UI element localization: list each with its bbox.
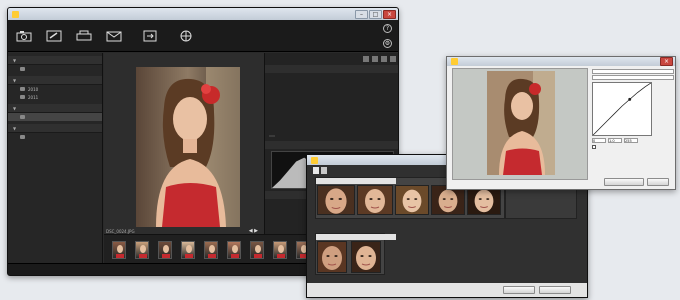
close-button[interactable]: × [383, 9, 396, 19]
info-row [265, 94, 398, 101]
sidebar-item-2010[interactable]: 2010 [8, 85, 102, 93]
channel-select[interactable] [592, 75, 674, 80]
toolbar-mail-button[interactable] [102, 30, 126, 42]
calendar-icon [20, 87, 25, 91]
sidebar-item-people[interactable] [8, 113, 102, 121]
ok-button[interactable] [539, 286, 571, 294]
filmstrip-thumbnail[interactable] [181, 241, 195, 259]
mail-icon [106, 31, 122, 41]
toolbar-transfer-button[interactable] [132, 30, 168, 42]
tab-registered[interactable] [321, 167, 327, 174]
white-point-input[interactable]: 255 [624, 138, 638, 143]
gamma-input[interactable]: 1.0 [608, 138, 622, 143]
sidebar-item-label: 2011 [28, 94, 39, 100]
face-group-header [316, 234, 396, 240]
filmstrip-thumbnail[interactable] [227, 241, 241, 259]
portrait-preview-image [487, 71, 555, 175]
sidebar-item-2011[interactable]: 2011 [8, 93, 102, 101]
black-point-input[interactable]: 0 [592, 138, 606, 143]
toolbar-edit-button[interactable] [42, 30, 66, 42]
info-row [265, 87, 398, 94]
tab-all-people[interactable] [313, 167, 319, 174]
calendar-icon [20, 95, 25, 99]
collapse-triangle-icon: ▼ [13, 77, 17, 83]
portrait-image [136, 67, 240, 227]
app-icon [12, 10, 19, 18]
panel-menu-icon[interactable] [390, 56, 396, 62]
fullscreen-icon[interactable] [372, 56, 378, 62]
info-row [265, 108, 398, 115]
adjust-controls: 0 1.0 255 [592, 68, 674, 186]
histogram-header[interactable] [265, 141, 398, 149]
info-row [265, 73, 398, 80]
filmstrip-thumbnail[interactable] [204, 241, 218, 259]
print-icon [76, 30, 92, 40]
apply-checkbox[interactable] [592, 145, 596, 149]
collapse-triangle-icon: ▼ [13, 125, 17, 131]
face-thumbnail[interactable] [317, 185, 355, 215]
info-row [265, 101, 398, 108]
web-icon [180, 30, 192, 41]
reset-button[interactable] [604, 178, 644, 186]
app-icon [311, 156, 318, 164]
filmstrip-thumbnail[interactable] [158, 241, 172, 259]
viewer-title [104, 53, 264, 65]
face-thumbnail[interactable] [351, 241, 381, 273]
sidebar: ▼ ▼ 2010 2011 ▼ ▼ [8, 53, 103, 265]
image-viewer: DSC_0024.JPG ◀ ▶ [104, 53, 264, 243]
sidebar-section-dates[interactable]: ▼ [8, 76, 102, 85]
main-toolbar: ? ⚙ [8, 20, 398, 52]
sidebar-item-pictures-folder[interactable] [8, 133, 102, 141]
toolbar-import-button[interactable] [12, 30, 36, 42]
collapse-triangle-icon: ▼ [13, 57, 17, 63]
filmstrip-thumbnail[interactable] [273, 241, 287, 259]
person-icon [20, 115, 25, 119]
ok-button[interactable] [647, 178, 669, 186]
minimize-button[interactable]: – [355, 9, 368, 19]
face-thumbnail[interactable] [317, 241, 347, 273]
edit-button[interactable] [503, 286, 535, 294]
main-titlebar[interactable]: – □ × [8, 8, 398, 20]
import-icon [16, 30, 32, 41]
preview-photo [487, 71, 555, 175]
maximize-button[interactable]: □ [369, 9, 382, 19]
sidebar-section-folders[interactable]: ▼ [8, 124, 102, 133]
sidebar-item-favorite-images[interactable] [8, 65, 102, 73]
nikon-transfer-icon [143, 30, 157, 41]
adjust-dialog-titlebar[interactable]: × [447, 57, 675, 66]
rotate-icon[interactable] [381, 56, 387, 62]
info-row [265, 115, 398, 122]
compare-icon[interactable] [363, 56, 369, 62]
app-icon [451, 58, 458, 65]
face-thumbnail[interactable] [395, 185, 429, 215]
folder-icon [20, 67, 25, 71]
tab-histogram[interactable] [269, 135, 275, 137]
sidebar-item-label: 2010 [28, 86, 39, 92]
filmstrip-thumbnail[interactable] [250, 241, 264, 259]
collapse-triangle-icon: ▼ [13, 105, 17, 111]
sidebar-section-people[interactable]: ▼ [8, 104, 102, 113]
filmstrip-thumbnail[interactable] [112, 241, 126, 259]
image-adjust-dialog: × 0 1.0 255 [446, 56, 676, 190]
tone-curve-editor[interactable] [592, 82, 652, 136]
main-photo[interactable] [136, 67, 240, 227]
folder-icon [20, 135, 25, 139]
toolbar-web-button[interactable] [174, 30, 198, 42]
filmstrip-thumbnail[interactable] [135, 241, 149, 259]
toolbar-print-button[interactable] [72, 30, 96, 42]
face-group-header [316, 178, 396, 184]
close-button[interactable]: × [660, 57, 673, 66]
gear-icon[interactable]: ⚙ [383, 39, 392, 48]
edit-icon [46, 30, 62, 41]
help-icon[interactable]: ? [383, 24, 392, 33]
face-thumbnail[interactable] [357, 185, 393, 215]
preview-area [452, 68, 588, 180]
info-row [265, 80, 398, 87]
adjust-type-select[interactable] [592, 69, 674, 74]
sidebar-section-favorites[interactable]: ▼ [8, 56, 102, 65]
info-header[interactable] [265, 65, 398, 73]
